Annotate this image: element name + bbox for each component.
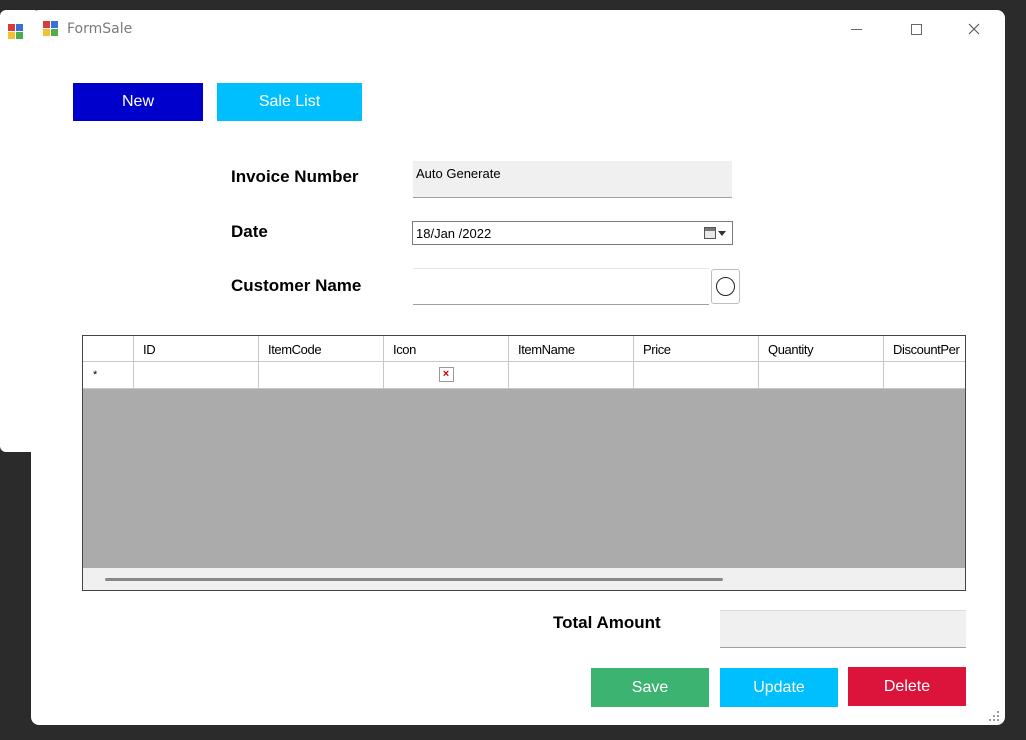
resize-grip-icon[interactable] <box>989 711 999 721</box>
cell-quantity[interactable] <box>759 362 884 389</box>
column-header-id[interactable]: ID <box>134 336 259 362</box>
minimize-icon <box>850 28 862 30</box>
column-header-price[interactable]: Price <box>634 336 759 362</box>
grid-header-row: ID ItemCode Icon ItemName Price Quantity… <box>83 336 965 362</box>
formsale-window: FormSale New Sale List Invoice Number Au… <box>31 10 1005 725</box>
new-row-marker: * <box>83 362 134 389</box>
save-button[interactable]: Save <box>591 668 709 707</box>
scrollbar-thumb[interactable] <box>105 578 723 581</box>
cell-id[interactable] <box>134 362 259 389</box>
column-header-itemcode[interactable]: ItemCode <box>259 336 384 362</box>
cell-itemcode[interactable] <box>259 362 384 389</box>
window-title: FormSale <box>67 21 133 37</box>
sale-items-grid[interactable]: ID ItemCode Icon ItemName Price Quantity… <box>82 335 966 591</box>
date-label: Date <box>231 222 268 241</box>
sale-list-button[interactable]: Sale List <box>217 83 362 121</box>
close-icon <box>968 23 980 35</box>
cell-price[interactable] <box>634 362 759 389</box>
column-header-discountper[interactable]: DiscountPer <box>884 336 965 362</box>
table-row[interactable]: * × <box>83 362 965 389</box>
total-amount-label: Total Amount <box>553 613 661 632</box>
circle-search-icon <box>716 277 735 296</box>
cell-discountper[interactable] <box>884 362 965 389</box>
maximize-icon <box>910 23 922 35</box>
date-picker[interactable]: 18/Jan /2022 <box>412 221 733 245</box>
customer-search-button[interactable] <box>711 269 740 304</box>
update-button[interactable]: Update <box>720 668 838 707</box>
new-button[interactable]: New <box>73 83 203 121</box>
invoice-number-field[interactable]: Auto Generate <box>413 161 732 198</box>
customer-name-label: Customer Name <box>231 276 362 295</box>
customer-name-input[interactable] <box>413 268 709 305</box>
app-form-icon <box>43 21 59 37</box>
app-form-icon <box>8 24 24 40</box>
column-header-itemname[interactable]: ItemName <box>509 336 634 362</box>
close-button[interactable] <box>945 10 1003 48</box>
invoice-number-label: Invoice Number <box>231 167 359 186</box>
minimize-button[interactable] <box>827 10 885 48</box>
cell-icon[interactable]: × <box>384 362 509 389</box>
cell-itemname[interactable] <box>509 362 634 389</box>
total-amount-field[interactable] <box>720 610 966 648</box>
column-header-icon[interactable]: Icon <box>384 336 509 362</box>
maximize-button[interactable] <box>887 10 945 48</box>
title-bar[interactable]: FormSale <box>31 10 1005 48</box>
date-value: 18/Jan /2022 <box>416 226 492 241</box>
delete-button[interactable]: Delete <box>848 667 966 706</box>
broken-image-icon: × <box>438 367 454 382</box>
column-header-quantity[interactable]: Quantity <box>759 336 884 362</box>
calendar-dropdown-icon[interactable] <box>704 226 728 240</box>
horizontal-scrollbar[interactable] <box>83 568 965 590</box>
row-header-corner[interactable] <box>83 336 134 362</box>
